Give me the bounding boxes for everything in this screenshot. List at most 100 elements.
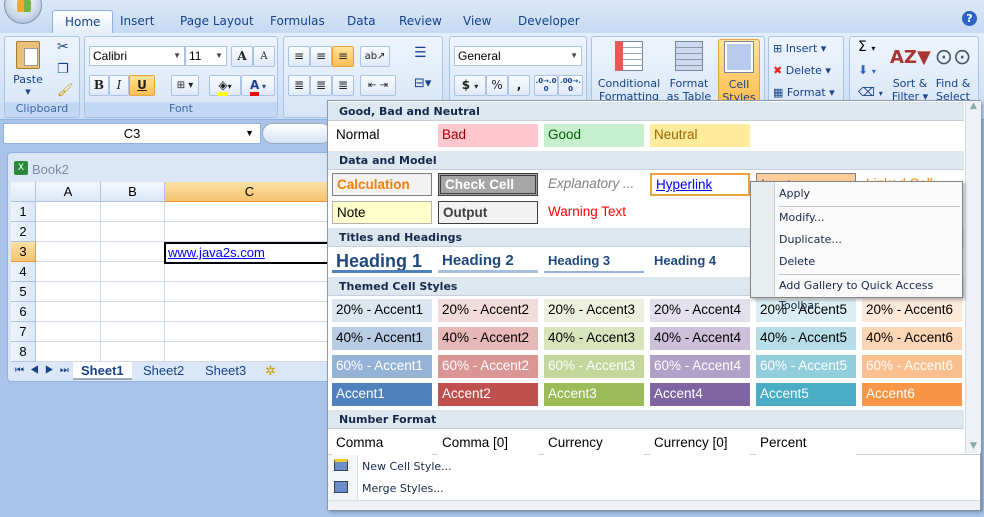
column-header-b[interactable]: B (101, 182, 165, 202)
cell-style-60-accent1[interactable]: 60% - Accent1 (332, 355, 432, 378)
tab-review[interactable]: Review (387, 10, 454, 33)
font-name-select[interactable]: Calibri ▼ (89, 46, 185, 66)
orientation-button[interactable]: ab↗ (360, 46, 390, 67)
context-menu-duplicate[interactable]: Duplicate... (779, 230, 959, 250)
sheet-nav-buttons[interactable]: ⏮◀▶⏭ (15, 362, 75, 380)
borders-button[interactable]: ⊞ ▾ (171, 75, 199, 96)
cell-style-heading-3[interactable]: Heading 3 (544, 250, 644, 273)
align-left-button[interactable]: ≣ (288, 75, 310, 96)
column-header-c[interactable]: C (165, 182, 335, 202)
row-header-3[interactable]: 3 (11, 242, 36, 262)
formula-bar-handle[interactable] (262, 123, 332, 144)
context-menu-delete[interactable]: Delete (779, 252, 959, 272)
row-header-7[interactable]: 7 (11, 322, 36, 342)
tab-home[interactable]: Home (52, 10, 114, 33)
cell-style-accent1[interactable]: Accent1 (332, 383, 432, 406)
insert-cells-button[interactable]: ⊞ Insert ▾ (773, 42, 826, 55)
cell-style-currency-0[interactable]: Currency [0] (650, 432, 750, 455)
fill-button[interactable]: ⬇ ▾ (858, 64, 876, 78)
cell-style-20-accent6[interactable]: 20% - Accent6 (862, 299, 962, 322)
insert-sheet-icon[interactable]: ✲ (257, 362, 284, 380)
cell-style-60-accent4[interactable]: 60% - Accent4 (650, 355, 750, 378)
tab-developer[interactable]: Developer (506, 10, 592, 33)
format-cells-button[interactable]: ▦ Format ▾ (773, 86, 835, 99)
cell-style-20-accent3[interactable]: 20% - Accent3 (544, 299, 644, 322)
currency-button[interactable]: $ ▾ (454, 75, 486, 96)
cell-style-40-accent6[interactable]: 40% - Accent6 (862, 327, 962, 350)
font-size-select[interactable]: 11 ▼ (185, 46, 227, 66)
row-header-5[interactable]: 5 (11, 282, 36, 302)
row-header-4[interactable]: 4 (11, 262, 36, 282)
cell-style-explanatory[interactable]: Explanatory ... (544, 173, 644, 196)
cell-style-comma[interactable]: Comma (332, 432, 432, 455)
fill-color-button[interactable]: ◈▾ (209, 75, 241, 96)
cell-style-60-accent6[interactable]: 60% - Accent6 (862, 355, 962, 378)
cell-style-heading-2[interactable]: Heading 2 (438, 250, 538, 273)
cell-style-accent2[interactable]: Accent2 (438, 383, 538, 406)
new-cell-style-item[interactable]: New Cell Style... (362, 460, 452, 473)
cell-style-calculation[interactable]: Calculation (332, 173, 432, 196)
name-box[interactable]: C3 ▼ (3, 123, 261, 144)
tab-view[interactable]: View (451, 10, 503, 33)
row-header-8[interactable]: 8 (11, 342, 36, 362)
number-format-select[interactable]: General ▼ (454, 46, 582, 66)
cell-style-comma-0[interactable]: Comma [0] (438, 432, 538, 455)
align-bottom-button[interactable]: ≡ (332, 46, 354, 67)
cell-style-20-accent4[interactable]: 20% - Accent4 (650, 299, 750, 322)
cell-style-20-accent1[interactable]: 20% - Accent1 (332, 299, 432, 322)
cell-style-heading-1[interactable]: Heading 1 (332, 250, 432, 273)
align-center-button[interactable]: ≣ (310, 75, 332, 96)
autosum-button[interactable]: Σ ▾ (858, 40, 875, 55)
help-icon[interactable]: ? (962, 11, 977, 26)
indent-buttons[interactable]: ⇤ ⇥ (360, 75, 396, 96)
cell-style-check-cell[interactable]: Check Cell (438, 173, 538, 196)
select-all-corner[interactable] (11, 182, 36, 202)
cell-style-accent3[interactable]: Accent3 (544, 383, 644, 406)
bold-button[interactable]: B (89, 75, 109, 96)
cell-c3-hyperlink[interactable]: www.java2s.com (164, 242, 334, 264)
cell-style-normal[interactable]: Normal (332, 124, 432, 147)
merge-styles-item[interactable]: Merge Styles... (362, 482, 444, 495)
align-middle-button[interactable]: ≡ (310, 46, 332, 67)
underline-button[interactable]: U (129, 75, 155, 96)
cell-style-currency[interactable]: Currency (544, 432, 644, 455)
cell-style-note[interactable]: Note (332, 201, 432, 224)
cell-style-heading-4[interactable]: Heading 4 (650, 250, 750, 273)
context-menu-add-gallery-to-quick-access-toolbar[interactable]: Add Gallery to Quick Access Toolbar (779, 276, 959, 312)
font-color-button[interactable]: A ▾ (241, 75, 275, 96)
gallery-resize-bar[interactable] (328, 500, 980, 510)
gallery-scrollbar[interactable]: ▲ ▼ (965, 101, 981, 453)
tab-page-layout[interactable]: Page Layout (168, 10, 266, 33)
align-top-button[interactable]: ≡ (288, 46, 310, 67)
cell-style-accent5[interactable]: Accent5 (756, 383, 856, 406)
delete-cells-button[interactable]: ✖ Delete ▾ (773, 64, 831, 77)
row-header-6[interactable]: 6 (11, 302, 36, 322)
shrink-font-button[interactable]: A (253, 46, 275, 67)
row-header-1[interactable]: 1 (11, 202, 36, 222)
tab-data[interactable]: Data (335, 10, 388, 33)
column-header-a[interactable]: A (36, 182, 101, 202)
worksheet-grid[interactable]: ABC 12345678 (11, 182, 335, 362)
context-menu-modify[interactable]: Modify... (779, 208, 959, 228)
cell-styles-button[interactable]: CellStyles ▾ (718, 39, 760, 117)
sheet-tab-sheet1[interactable]: Sheet1 (73, 362, 132, 380)
format-painter-icon[interactable]: 🖌 (57, 84, 74, 97)
cell-style-60-accent2[interactable]: 60% - Accent2 (438, 355, 538, 378)
align-right-button[interactable]: ≣ (332, 75, 354, 96)
cell-style-percent[interactable]: Percent (756, 432, 856, 455)
cell-style-20-accent2[interactable]: 20% - Accent2 (438, 299, 538, 322)
decrease-decimal-button[interactable]: .00→.0 (558, 75, 583, 96)
percent-button[interactable]: % (486, 75, 508, 96)
copy-icon[interactable]: ❐ (57, 63, 69, 76)
paste-button[interactable]: Paste ▼ (13, 41, 43, 99)
cut-icon[interactable]: ✂ (57, 40, 69, 54)
cell-style-output[interactable]: Output (438, 201, 538, 224)
increase-decimal-button[interactable]: .0→.00 (534, 75, 558, 96)
sheet-tab-sheet3[interactable]: Sheet3 (197, 362, 254, 380)
row-header-2[interactable]: 2 (11, 222, 36, 242)
cell-style-accent4[interactable]: Accent4 (650, 383, 750, 406)
cell-style-60-accent5[interactable]: 60% - Accent5 (756, 355, 856, 378)
grow-font-button[interactable]: A (231, 46, 253, 67)
cell-style-neutral[interactable]: Neutral (650, 124, 750, 147)
cell-style-40-accent5[interactable]: 40% - Accent5 (756, 327, 856, 350)
